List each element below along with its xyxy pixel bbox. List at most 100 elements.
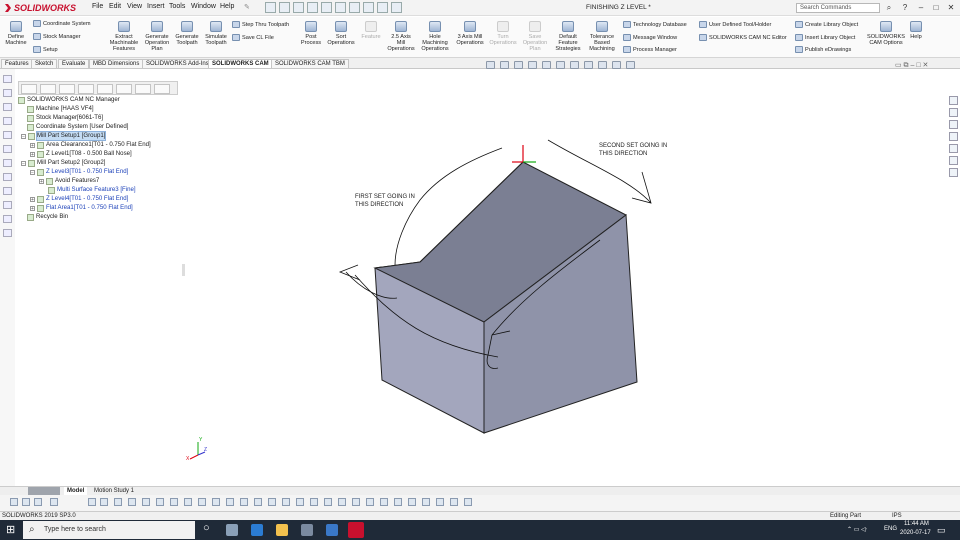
options-icon[interactable] bbox=[391, 2, 402, 13]
sketch-tool-icon-3[interactable] bbox=[34, 498, 42, 506]
edit-appearance-icon[interactable] bbox=[598, 61, 607, 69]
section-view-icon[interactable] bbox=[528, 61, 537, 69]
display-tool-icon[interactable] bbox=[394, 498, 402, 506]
configuration-tab-icon[interactable] bbox=[59, 84, 75, 94]
home-icon[interactable] bbox=[265, 2, 276, 13]
relation-tool-icon[interactable] bbox=[240, 498, 248, 506]
technology-database-button[interactable]: Technology Database bbox=[623, 21, 687, 28]
tree-node-recycle-bin[interactable]: Recycle Bin bbox=[27, 213, 68, 221]
shortcut-icon-1[interactable] bbox=[3, 75, 12, 83]
tab-solidworks-cam-tbm[interactable]: SOLIDWORKS CAM TBM bbox=[271, 59, 349, 68]
3-axis-mill-operations-button[interactable]: 3 Axis Mill Operations bbox=[454, 17, 486, 46]
rebuild-icon[interactable] bbox=[363, 2, 374, 13]
menu-insert[interactable]: Insert bbox=[147, 3, 165, 10]
offset-tool-icon[interactable] bbox=[170, 498, 178, 506]
generate-operation-plan-button[interactable]: Generate Operation Plan bbox=[143, 17, 171, 52]
post-process-button[interactable]: Post Process bbox=[298, 17, 324, 46]
expand-icon[interactable]: + bbox=[30, 205, 35, 211]
windows-start-icon[interactable]: ⊞ bbox=[6, 523, 15, 536]
minimize-icon[interactable]: – bbox=[914, 2, 928, 13]
trim-tool-icon[interactable] bbox=[156, 498, 164, 506]
fillet-tool-icon[interactable] bbox=[212, 498, 220, 506]
tab-features[interactable]: Features bbox=[1, 59, 33, 68]
shortcut-icon-9[interactable] bbox=[3, 187, 12, 195]
shortcut-icon-5[interactable] bbox=[3, 131, 12, 139]
measure-tool-icon[interactable] bbox=[296, 498, 304, 506]
menu-help[interactable]: Help bbox=[220, 3, 234, 10]
solidworks-taskbar-icon[interactable] bbox=[348, 522, 364, 538]
open-icon[interactable] bbox=[293, 2, 304, 13]
zoom-tool-icon[interactable] bbox=[310, 498, 318, 506]
view-palette-icon[interactable] bbox=[949, 132, 958, 141]
tree-node-coordinate-system[interactable]: Coordinate System [User Defined] bbox=[27, 123, 128, 131]
tree-node-z-level3[interactable]: − Z Level3[T01 - 0.750 Flat End] bbox=[30, 168, 128, 176]
cam-tool-tree-tab-icon[interactable] bbox=[154, 84, 170, 94]
stock-manager-button[interactable]: Stock Manager bbox=[33, 33, 81, 40]
tray-icons[interactable]: ⌃ ▭ ◁ᐧ bbox=[847, 526, 867, 533]
file-explorer-icon[interactable] bbox=[949, 120, 958, 129]
tab-mbd-dimensions[interactable]: MBD Dimensions bbox=[89, 59, 144, 68]
shortcut-icon-3[interactable] bbox=[3, 103, 12, 111]
search-icon[interactable]: ⌕ bbox=[882, 2, 896, 13]
hide-show-items-icon[interactable] bbox=[584, 61, 593, 69]
dimension-tool-icon[interactable] bbox=[226, 498, 234, 506]
tree-node-machine[interactable]: Machine [HAAS VF4] bbox=[27, 105, 94, 113]
graphics-viewport[interactable] bbox=[185, 70, 945, 485]
plane-tool-icon[interactable] bbox=[268, 498, 276, 506]
undo-icon[interactable] bbox=[335, 2, 346, 13]
cam-feature-tree-tab-icon[interactable] bbox=[116, 84, 132, 94]
section-tool-icon[interactable] bbox=[380, 498, 388, 506]
edge-browser-icon[interactable] bbox=[251, 524, 263, 536]
help-icon[interactable]: ? bbox=[898, 2, 912, 13]
design-library-icon[interactable] bbox=[949, 108, 958, 117]
feature-button[interactable]: Feature bbox=[358, 17, 384, 40]
maximize-icon[interactable]: □ bbox=[929, 2, 943, 13]
pan-tool-icon[interactable] bbox=[338, 498, 346, 506]
select-icon[interactable] bbox=[349, 2, 360, 13]
coordinate-system-button[interactable]: Coordinate System bbox=[33, 20, 91, 27]
expand-icon[interactable]: + bbox=[30, 151, 35, 157]
mail-icon[interactable] bbox=[326, 524, 338, 536]
line-tool-icon[interactable] bbox=[88, 498, 96, 506]
notification-icon[interactable]: ▭ bbox=[937, 525, 946, 536]
shortcut-icon-10[interactable] bbox=[3, 201, 12, 209]
sort-operations-button[interactable]: Sort Operations bbox=[326, 17, 356, 46]
menu-tools[interactable]: Tools bbox=[169, 3, 185, 10]
sketch-tool-icon-2[interactable] bbox=[22, 498, 30, 506]
print-icon[interactable] bbox=[321, 2, 332, 13]
circle-tool-icon[interactable] bbox=[100, 498, 108, 506]
close-icon[interactable]: ✕ bbox=[944, 2, 958, 13]
step-thru-toolpath-button[interactable]: Step Thru Toolpath bbox=[232, 21, 289, 28]
tab-sketch[interactable]: Sketch bbox=[31, 59, 58, 68]
light-tool-icon[interactable] bbox=[436, 498, 444, 506]
shortcut-icon-2[interactable] bbox=[3, 89, 12, 97]
expand-icon[interactable]: + bbox=[30, 142, 35, 148]
cortana-icon[interactable]: ○ bbox=[203, 522, 210, 534]
2-5-axis-mill-operations-button[interactable]: 2.5 Axis Mill Operations bbox=[386, 17, 416, 52]
tree-node-mill-part-setup1[interactable]: − Mill Part Setup1 [Group1] bbox=[21, 131, 107, 141]
select-tool-icon[interactable] bbox=[50, 498, 58, 506]
tree-node-mill-part-setup2[interactable]: − Mill Part Setup2 [Group2] bbox=[21, 159, 105, 167]
solidworks-logo[interactable]: SOLIDWORKS bbox=[4, 1, 76, 15]
save-operation-plan-button[interactable]: Save Operation Plan bbox=[520, 17, 550, 52]
nc-editor-button[interactable]: SOLIDWORKS CAM NC Editor bbox=[699, 34, 787, 41]
help-button[interactable]: Help bbox=[907, 17, 925, 40]
mirror-tool-icon[interactable] bbox=[184, 498, 192, 506]
new-icon[interactable] bbox=[279, 2, 290, 13]
expand-icon[interactable]: + bbox=[39, 178, 44, 184]
forum-icon[interactable] bbox=[949, 168, 958, 177]
tab-evaluate[interactable]: Evaluate bbox=[58, 59, 90, 68]
tree-node-avoid-features7[interactable]: + Avoid Features7 bbox=[39, 177, 99, 185]
shortcut-icon-8[interactable] bbox=[3, 173, 12, 181]
default-feature-strategies-button[interactable]: Default Feature Strategies bbox=[552, 17, 584, 52]
camera-tool-icon[interactable] bbox=[450, 498, 458, 506]
display-manager-tab-icon[interactable] bbox=[97, 84, 113, 94]
save-cl-file-button[interactable]: Save CL File bbox=[232, 34, 274, 41]
scene-tool-icon[interactable] bbox=[422, 498, 430, 506]
tree-node-stock-manager[interactable]: Stock Manager[6061-T6] bbox=[27, 114, 103, 122]
cam-operation-tree-tab-icon[interactable] bbox=[135, 84, 151, 94]
menu-file[interactable]: File bbox=[92, 3, 103, 10]
task-view-icon[interactable] bbox=[226, 524, 238, 536]
rectangle-tool-icon[interactable] bbox=[114, 498, 122, 506]
apply-scene-icon[interactable] bbox=[612, 61, 621, 69]
